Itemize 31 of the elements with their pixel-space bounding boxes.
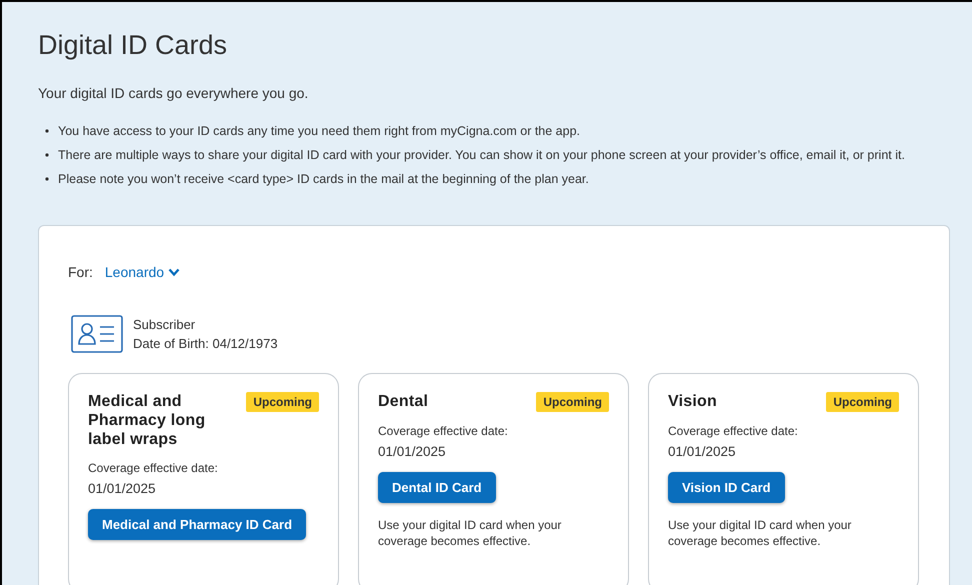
bullet-icon: [45, 129, 49, 133]
intro-text: Your digital ID cards go everywhere you go.: [38, 85, 310, 101]
bullet-text: You have access to your ID cards any time you need them right from myCigna.com or the app.: [58, 124, 580, 138]
card-title: Vision: [668, 392, 717, 411]
card-note: Use your digital ID card when your coverage becomes effective.: [668, 517, 852, 549]
coverage-date: 01/01/2025: [88, 481, 157, 496]
subscriber-label: Subscriber: [133, 316, 196, 334]
member-dropdown[interactable]: Leonardo: [104, 264, 180, 280]
id-card-button[interactable]: Vision ID Card: [668, 472, 785, 503]
id-card-button[interactable]: Medical and Pharmacy ID Card: [88, 509, 306, 540]
bullet-icon: [45, 177, 49, 181]
coverage-date: 01/01/2025: [668, 444, 737, 459]
coverage-label: Coverage effective date:: [668, 424, 799, 438]
page-title: Digital ID Cards: [38, 30, 228, 61]
bullet-text: There are multiple ways to share your digital ID card with your provider. You can show it on your phone screen at your provider’s office, email it, or print it.: [58, 148, 905, 162]
card-note: Use your digital ID card when your coverage becomes effective.: [378, 517, 562, 549]
id-card-button[interactable]: Dental ID Card: [378, 472, 496, 503]
id-card-icon: [71, 315, 123, 353]
card-title: Dental: [378, 392, 428, 411]
status-badge: Upcoming: [826, 392, 899, 412]
coverage-label: Coverage effective date:: [378, 424, 509, 438]
coverage-date: 01/01/2025: [378, 444, 447, 459]
chevron-down-icon: [168, 268, 180, 276]
bullet-text: Please note you won’t receive <card type> ID cards in the mail at the beginning of the plan year.: [58, 172, 589, 186]
for-label: For:: [68, 264, 93, 280]
status-badge: Upcoming: [246, 392, 319, 412]
coverage-label: Coverage effective date:: [88, 461, 219, 475]
birth-date: Date of Birth: 04/12/1973: [133, 335, 278, 353]
status-badge: Upcoming: [536, 392, 609, 412]
card-title: Medical and Pharmacy long label wraps: [88, 392, 206, 449]
bullet-icon: [45, 153, 49, 157]
